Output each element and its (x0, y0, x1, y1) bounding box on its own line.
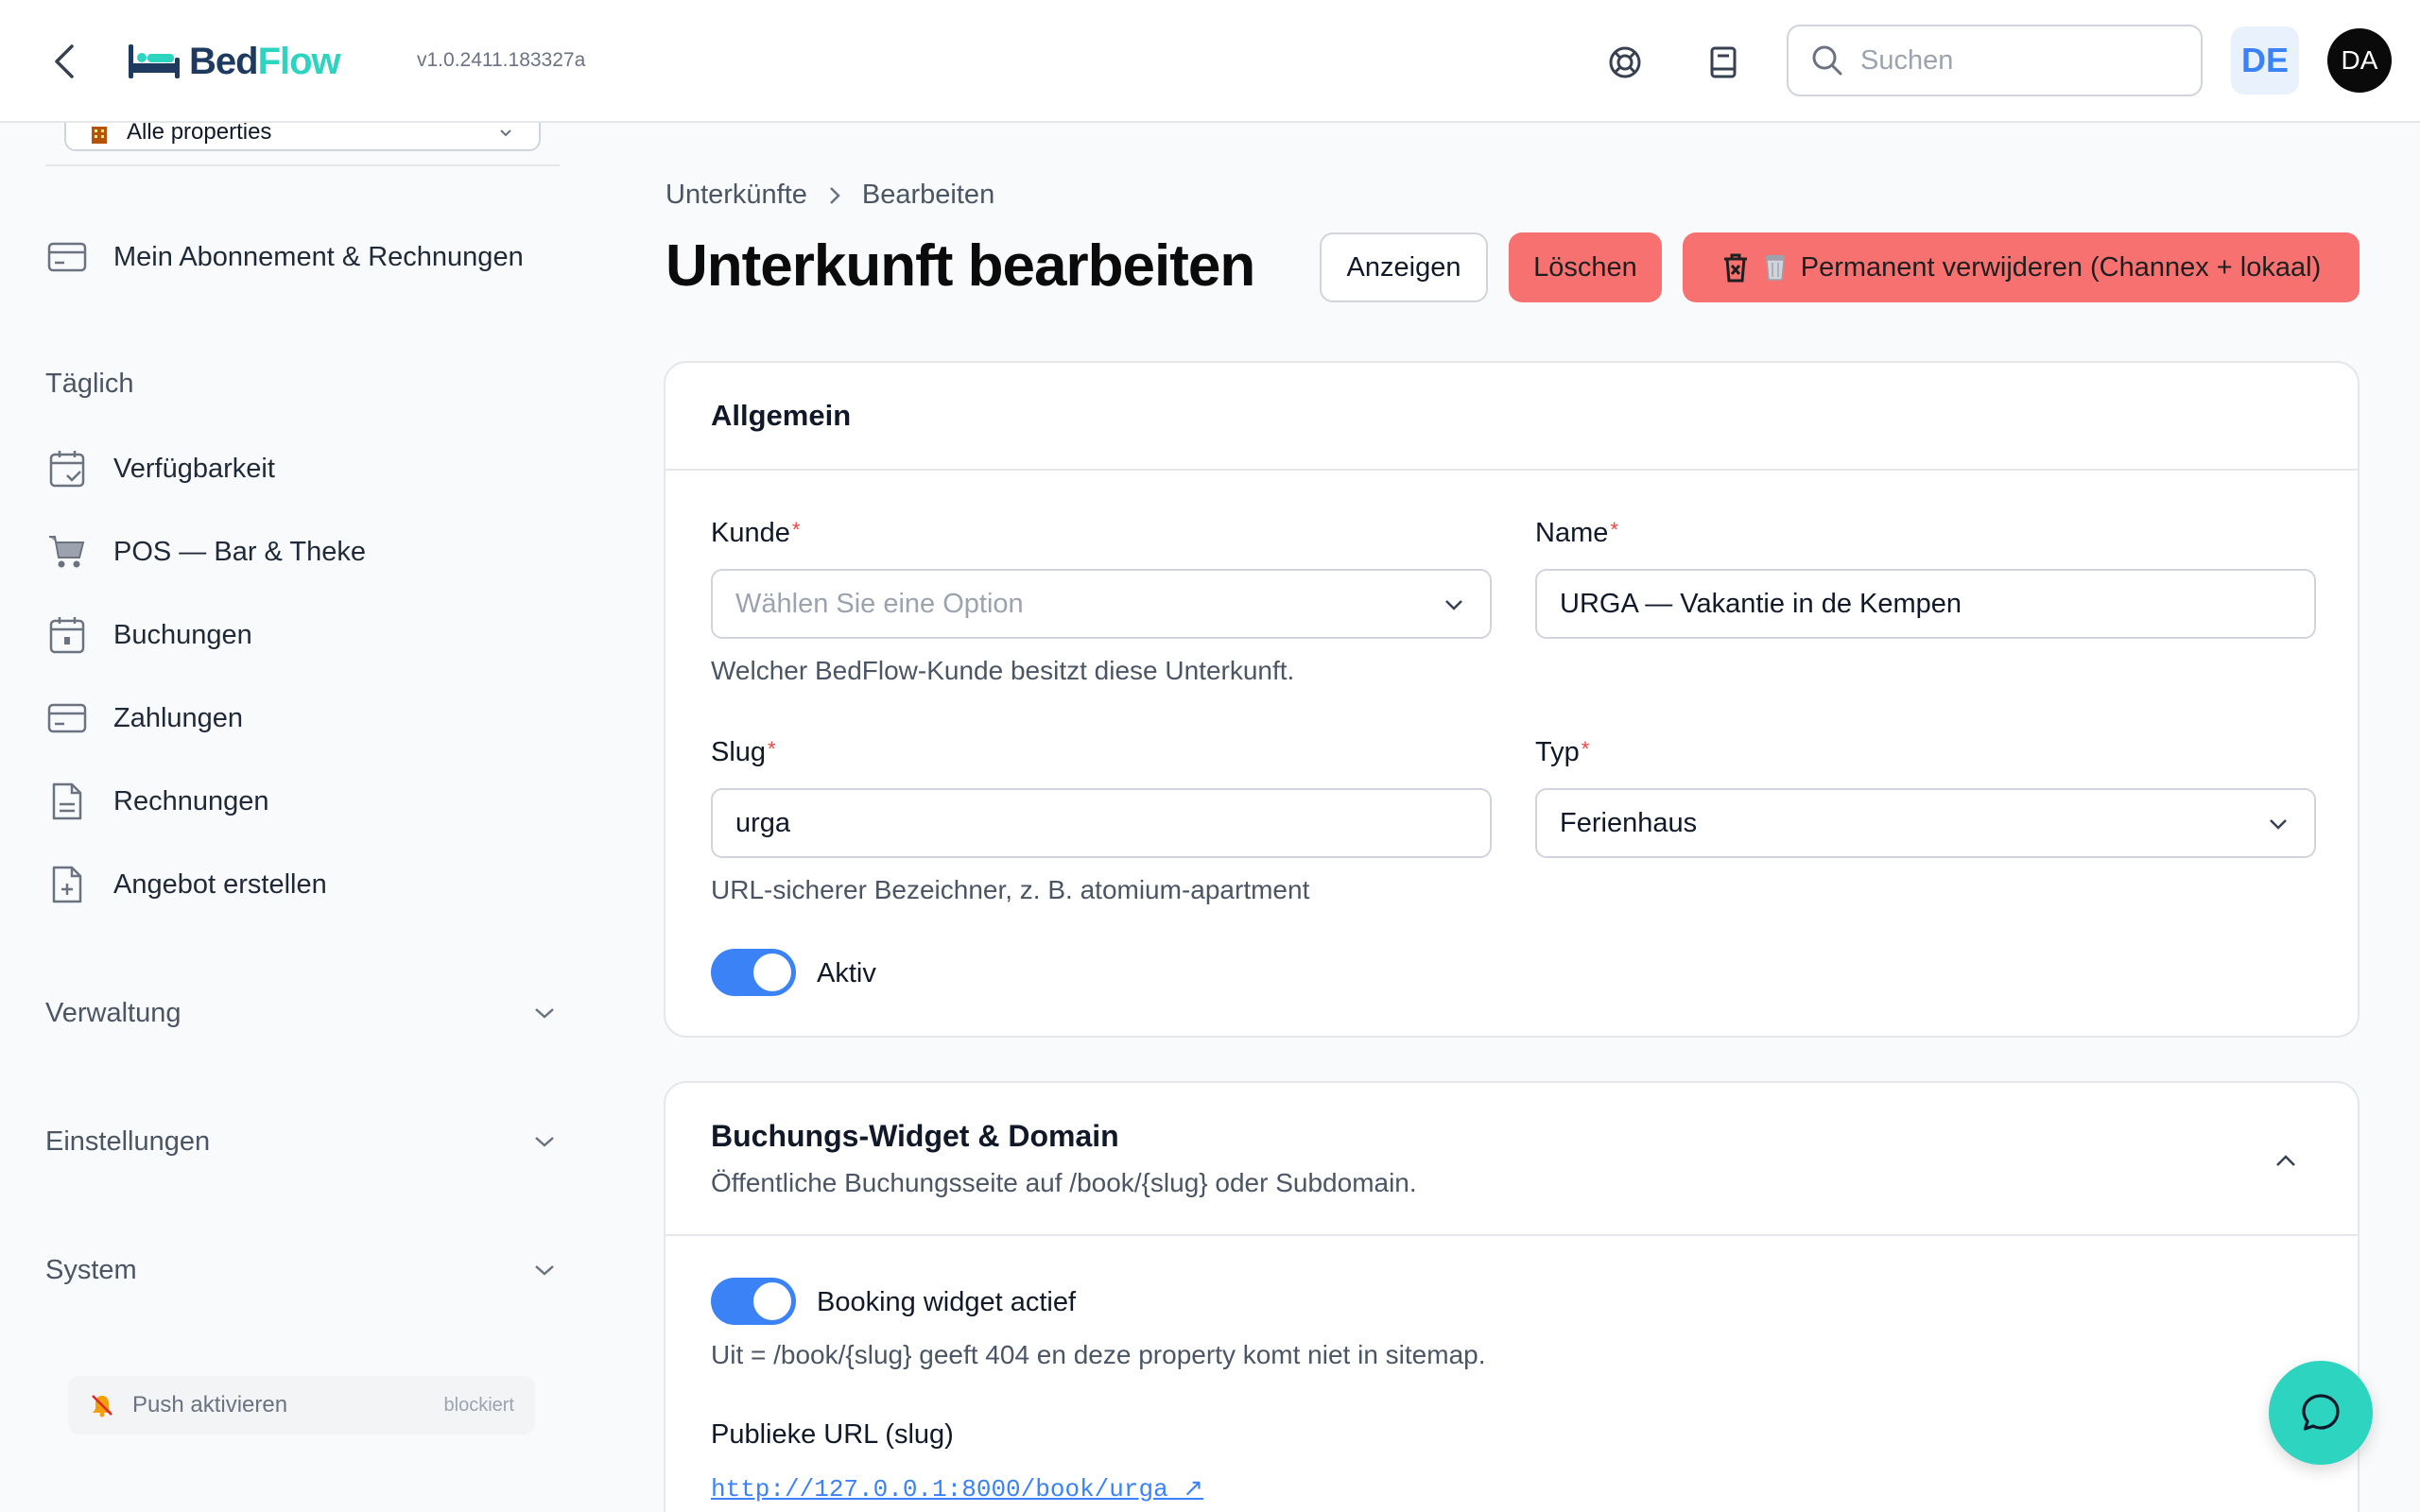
brand-logo[interactable]: BedFlow (127, 32, 341, 91)
delete-button[interactable]: Löschen (1509, 232, 1662, 302)
kunde-select-placeholder: Wählen Sie eine Option (735, 588, 1024, 619)
back-icon (55, 44, 74, 78)
typ-select[interactable]: Ferienhaus (1535, 788, 2316, 858)
breadcrumb-current: Bearbeiten (861, 180, 995, 210)
back-button[interactable] (43, 38, 85, 85)
booking-widget-toggle[interactable] (711, 1278, 796, 1325)
push-state: blockiert (443, 1394, 514, 1416)
booking-widget-help: Uit = /book/{slug} geeft 404 en deze pro… (711, 1340, 1486, 1369)
permanent-delete-label: Permanent verwijderen (Channex + lokaal) (1800, 251, 2322, 283)
group-label: Einstellungen (45, 1125, 211, 1157)
public-url-link[interactable]: http://127.0.0.1:8000/book/urga ↗ (711, 1474, 1203, 1503)
slug-input[interactable]: urga (711, 788, 1492, 858)
page-title: Unterkunft bearbeiten (666, 233, 1255, 299)
chevron-down-icon (535, 1265, 554, 1276)
general-section: Allgemein Kunde* Wählen Sie eine Option … (664, 361, 2360, 1038)
credit-card-icon (45, 235, 89, 279)
sidebar-item-invoices[interactable]: Rechnungen (45, 771, 268, 832)
breadcrumb: Unterkünfte Bearbeiten (666, 180, 994, 211)
wastebasket-icon (1765, 255, 1785, 281)
support-lifebuoy-icon (1609, 46, 1641, 78)
slug-label: Slug* (711, 737, 776, 767)
typ-label: Typ* (1535, 737, 1590, 767)
search-input[interactable] (1860, 44, 2144, 77)
support-button[interactable] (1600, 38, 1650, 87)
section-heading: Allgemein (666, 363, 2358, 471)
search-icon (1812, 45, 1842, 76)
slug-help: URL-sicherer Bezeichner, z. B. atomium-a… (711, 875, 1310, 904)
bell-off-icon (92, 1395, 112, 1418)
docs-book-icon (1710, 46, 1737, 78)
search-box[interactable] (1787, 25, 2203, 96)
public-url-label: Publieke URL (slug) (711, 1419, 954, 1450)
chat-bubble-icon (2302, 1394, 2340, 1431)
section-heading: Buchungs-Widget & Domain (711, 1119, 1119, 1153)
active-toggle[interactable] (711, 949, 796, 996)
sidebar-item-availability[interactable]: Verfügbarkeit (45, 438, 275, 499)
chevron-down-icon (535, 1137, 554, 1147)
docs-button[interactable] (1699, 38, 1748, 87)
top-bar: BedFlow v1.0.2411.183327a DE DA (0, 0, 2420, 123)
building-icon (92, 127, 107, 144)
property-select-value: Alle properties (127, 119, 272, 145)
sidebar-item-pos[interactable]: POS — Bar & Theke (45, 522, 366, 582)
sidebar-item-subscription[interactable]: Mein Abonnement & Rechnungen (45, 227, 524, 287)
sidebar-item-label: POS — Bar & Theke (113, 536, 367, 567)
sidebar-item-bookings[interactable]: Buchungen (45, 605, 252, 665)
sidebar-item-label: Zahlungen (113, 702, 244, 733)
typ-select-value: Ferienhaus (1560, 807, 1698, 838)
chat-button[interactable] (2269, 1361, 2373, 1465)
section-subtitle: Öffentliche Buchungsseite auf /book/{slu… (711, 1168, 1417, 1197)
sidebar: Alle properties Mein Abonnement & Rechnu… (0, 104, 567, 1512)
trash-x-icon (1723, 253, 1747, 283)
app-version: v1.0.2411.183327a (417, 49, 586, 71)
booking-widget-label: Booking widget actief (817, 1287, 1077, 1317)
chevron-down-icon (1445, 600, 1462, 610)
sidebar-item-label: Verfügbarkeit (113, 453, 275, 484)
permanent-delete-button[interactable]: Permanent verwijderen (Channex + lokaal) (1683, 232, 2360, 302)
brand-name: BedFlow (189, 40, 341, 82)
sidebar-group-verwaltung[interactable]: Verwaltung (45, 985, 556, 1041)
sidebar-group-einstellungen[interactable]: Einstellungen (45, 1113, 556, 1170)
chevron-down-icon (535, 1008, 554, 1019)
booking-widget-section: Buchungs-Widget & Domain Öffentliche Buc… (664, 1081, 2360, 1512)
sidebar-item-label: Buchungen (113, 619, 252, 650)
push-enable-button[interactable]: Push aktivieren blockiert (68, 1376, 535, 1435)
sidebar-item-label: Rechnungen (113, 785, 269, 816)
section-header: Buchungs-Widget & Domain Öffentliche Buc… (666, 1083, 2358, 1236)
bed-logo-icon (129, 44, 180, 78)
chevron-up-icon (2276, 1155, 2295, 1166)
sidebar-item-label: Mein Abonnement & Rechnungen (113, 241, 524, 272)
sidebar-item-create-offer[interactable]: Angebot erstellen (45, 854, 327, 915)
breadcrumb-link-accommodations[interactable]: Unterkünfte (666, 180, 807, 211)
section-label-daily: Täglich (45, 369, 134, 399)
chevron-down-icon (500, 129, 511, 137)
sidebar-item-payments[interactable]: Zahlungen (45, 688, 243, 748)
show-button[interactable]: Anzeigen (1320, 232, 1488, 302)
calendar-icon (45, 613, 89, 657)
kunde-help: Welcher BedFlow-Kunde besitzt diese Unte… (711, 656, 1295, 685)
calendar-check-icon (45, 447, 89, 490)
chevron-right-icon (830, 186, 840, 204)
document-icon (45, 780, 89, 823)
group-label: Verwaltung (45, 997, 182, 1028)
active-label: Aktiv (817, 958, 876, 988)
group-label: System (45, 1254, 137, 1285)
sidebar-group-system[interactable]: System (45, 1242, 556, 1298)
user-avatar[interactable]: DA (2327, 28, 2392, 93)
kunde-select[interactable]: Wählen Sie eine Option (711, 569, 1492, 639)
language-switcher[interactable]: DE (2231, 26, 2299, 94)
name-input[interactable]: URGA — Vakantie in de Kempen (1535, 569, 2316, 639)
cart-icon (45, 530, 89, 574)
collapse-button[interactable] (2267, 1142, 2305, 1179)
kunde-label: Kunde* (711, 518, 801, 548)
sidebar-item-label: Angebot erstellen (113, 868, 327, 900)
document-plus-icon (45, 863, 89, 906)
sidebar-divider (45, 164, 560, 166)
credit-card-icon (45, 696, 89, 740)
push-label: Push aktivieren (132, 1392, 288, 1418)
chevron-down-icon (2270, 819, 2287, 830)
name-label: Name* (1535, 518, 1618, 548)
